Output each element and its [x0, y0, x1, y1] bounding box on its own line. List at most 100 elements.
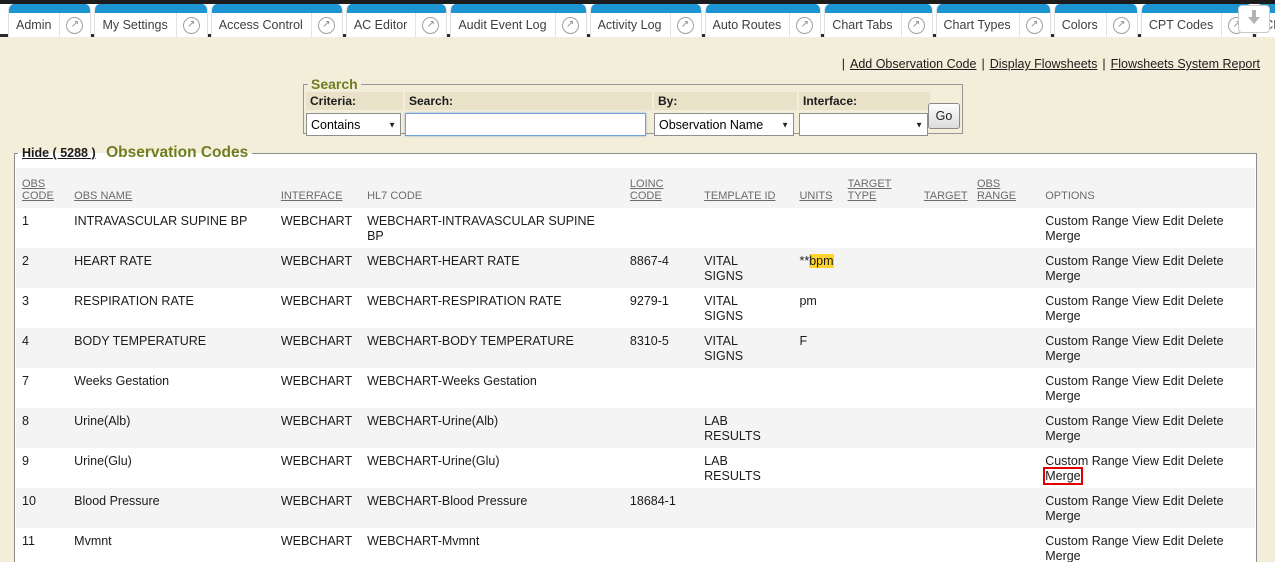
cell-loinc-code: 8310-5: [624, 328, 698, 368]
option-view-link[interactable]: View: [1132, 534, 1159, 548]
column-header[interactable]: TARGET TYPE: [842, 168, 918, 208]
option-delete-link[interactable]: Delete: [1187, 494, 1223, 508]
option-edit-link[interactable]: Edit: [1162, 494, 1184, 508]
option-custom-range-link[interactable]: Custom Range: [1045, 534, 1128, 548]
header-link[interactable]: Flowsheets System Report: [1111, 57, 1260, 71]
cell-target: [918, 448, 971, 488]
column-header[interactable]: OBS NAME: [68, 168, 275, 208]
column-header[interactable]: INTERFACE: [275, 168, 361, 208]
table-row: 3 RESPIRATION RATE WEBCHART WEBCHART-RES…: [16, 288, 1255, 328]
option-merge-link[interactable]: Merge: [1045, 349, 1080, 363]
nav-tab[interactable]: Colors ↗: [1054, 4, 1138, 37]
option-view-link[interactable]: View: [1132, 454, 1159, 468]
option-edit-link[interactable]: Edit: [1162, 294, 1184, 308]
nav-tab[interactable]: AC Editor ↗: [346, 4, 448, 37]
table-row: 8 Urine(Alb) WEBCHART WEBCHART-Urine(Alb…: [16, 408, 1255, 448]
open-in-new-icon[interactable]: ↗: [562, 17, 579, 34]
option-merge-link[interactable]: Merge: [1045, 229, 1080, 243]
option-view-link[interactable]: View: [1132, 374, 1159, 388]
option-delete-link[interactable]: Delete: [1187, 214, 1223, 228]
option-view-link[interactable]: View: [1132, 334, 1159, 348]
link-separator: |: [1102, 57, 1105, 71]
option-edit-link[interactable]: Edit: [1162, 454, 1184, 468]
option-view-link[interactable]: View: [1132, 214, 1159, 228]
option-merge-link[interactable]: Merge: [1045, 469, 1080, 483]
open-in-new-icon[interactable]: ↗: [908, 17, 925, 34]
option-edit-link[interactable]: Edit: [1162, 534, 1184, 548]
column-header[interactable]: UNITS: [793, 168, 841, 208]
interface-label: Interface:: [799, 92, 930, 110]
option-merge-link[interactable]: Merge: [1045, 549, 1080, 562]
option-custom-range-link[interactable]: Custom Range: [1045, 254, 1128, 268]
go-button[interactable]: Go: [928, 103, 960, 129]
option-view-link[interactable]: View: [1132, 414, 1159, 428]
by-select[interactable]: Observation Name: [654, 113, 794, 136]
option-custom-range-link[interactable]: Custom Range: [1045, 374, 1128, 388]
open-in-new-icon[interactable]: ↗: [422, 17, 439, 34]
column-header[interactable]: OBS RANGE: [971, 168, 1039, 208]
option-delete-link[interactable]: Delete: [1187, 294, 1223, 308]
cell-target: [918, 248, 971, 288]
option-merge-link[interactable]: Merge: [1045, 309, 1080, 323]
nav-tab[interactable]: Admin ↗: [8, 4, 91, 37]
cell-template-id: VITAL SIGNS: [698, 328, 793, 368]
open-in-new-icon[interactable]: ↗: [1113, 17, 1130, 34]
open-in-new-icon[interactable]: ↗: [1026, 17, 1043, 34]
column-header[interactable]: OBS CODE: [16, 168, 68, 208]
hide-count-link[interactable]: Hide ( 5288 ): [22, 146, 96, 160]
option-custom-range-link[interactable]: Custom Range: [1045, 494, 1128, 508]
option-merge-link[interactable]: Merge: [1045, 429, 1080, 443]
option-custom-range-link[interactable]: Custom Range: [1045, 214, 1128, 228]
tab-overflow-button[interactable]: [1238, 5, 1270, 33]
nav-tab[interactable]: Chart Types ↗: [936, 4, 1051, 37]
option-merge-link[interactable]: Merge: [1045, 269, 1080, 283]
option-custom-range-link[interactable]: Custom Range: [1045, 294, 1128, 308]
option-custom-range-link[interactable]: Custom Range: [1045, 414, 1128, 428]
open-in-new-icon[interactable]: ↗: [318, 17, 335, 34]
option-edit-link[interactable]: Edit: [1162, 254, 1184, 268]
nav-tab[interactable]: CPT Codes ↗: [1141, 4, 1253, 37]
cell-obs-code: 9: [16, 448, 68, 488]
option-delete-link[interactable]: Delete: [1187, 374, 1223, 388]
open-in-new-icon[interactable]: ↗: [183, 17, 200, 34]
option-edit-link[interactable]: Edit: [1162, 374, 1184, 388]
nav-tab[interactable]: Chart Tabs ↗: [824, 4, 932, 37]
option-custom-range-link[interactable]: Custom Range: [1045, 334, 1128, 348]
option-view-link[interactable]: View: [1132, 294, 1159, 308]
nav-tab[interactable]: Audit Event Log ↗: [450, 4, 586, 37]
option-merge-link[interactable]: Merge: [1045, 509, 1080, 523]
option-edit-link[interactable]: Edit: [1162, 334, 1184, 348]
column-header[interactable]: TEMPLATE ID: [698, 168, 793, 208]
cell-options: Custom Range View Edit Delete Merge: [1039, 408, 1255, 448]
tab-accent-bar: [212, 4, 342, 13]
criteria-select[interactable]: Contains: [306, 113, 401, 136]
option-custom-range-link[interactable]: Custom Range: [1045, 454, 1128, 468]
option-edit-link[interactable]: Edit: [1162, 214, 1184, 228]
cell-obs-code: 4: [16, 328, 68, 368]
column-header[interactable]: TARGET: [918, 168, 971, 208]
option-delete-link[interactable]: Delete: [1187, 534, 1223, 548]
option-view-link[interactable]: View: [1132, 254, 1159, 268]
option-view-link[interactable]: View: [1132, 494, 1159, 508]
open-in-new-icon[interactable]: ↗: [796, 17, 813, 34]
column-header[interactable]: LOINC CODE: [624, 168, 698, 208]
nav-tab[interactable]: Access Control ↗: [211, 4, 343, 37]
nav-tab[interactable]: Activity Log ↗: [590, 4, 702, 37]
cell-obs-code: 1: [16, 208, 68, 248]
option-delete-link[interactable]: Delete: [1187, 454, 1223, 468]
nav-tab[interactable]: Auto Routes ↗: [705, 4, 822, 37]
table-row: 2 HEART RATE WEBCHART WEBCHART-HEART RAT…: [16, 248, 1255, 288]
open-in-new-icon[interactable]: ↗: [66, 17, 83, 34]
header-link[interactable]: Add Observation Code: [850, 57, 976, 71]
interface-select[interactable]: [799, 113, 928, 136]
search-input[interactable]: [405, 113, 646, 136]
option-edit-link[interactable]: Edit: [1162, 414, 1184, 428]
option-delete-link[interactable]: Delete: [1187, 254, 1223, 268]
option-merge-link[interactable]: Merge: [1045, 389, 1080, 403]
nav-tab[interactable]: My Settings ↗: [94, 4, 207, 37]
option-delete-link[interactable]: Delete: [1187, 414, 1223, 428]
cell-units: **bpm: [793, 248, 841, 288]
open-in-new-icon[interactable]: ↗: [677, 17, 694, 34]
header-link[interactable]: Display Flowsheets: [990, 57, 1098, 71]
option-delete-link[interactable]: Delete: [1187, 334, 1223, 348]
